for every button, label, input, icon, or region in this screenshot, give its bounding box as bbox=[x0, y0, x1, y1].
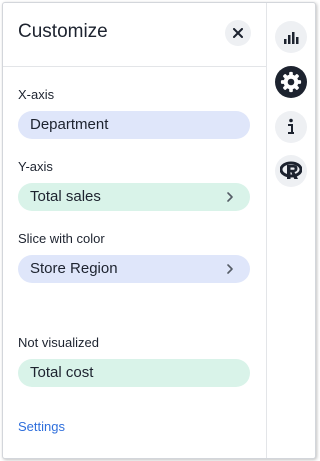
customize-button[interactable] bbox=[275, 66, 307, 98]
chart-type-button[interactable] bbox=[275, 21, 307, 53]
not-visualized-value: Total cost bbox=[30, 364, 94, 381]
y-axis-pill[interactable]: Total sales bbox=[18, 183, 250, 211]
close-button[interactable] bbox=[225, 20, 251, 46]
panel-title: Customize bbox=[18, 21, 108, 42]
info-button[interactable] bbox=[275, 111, 307, 143]
x-axis-pill[interactable]: Department bbox=[18, 111, 250, 139]
slice-with-color-label: Slice with color bbox=[18, 231, 105, 246]
x-axis-value: Department bbox=[30, 116, 109, 133]
slice-with-color-pill[interactable]: Store Region bbox=[18, 255, 250, 283]
r-logo-icon bbox=[280, 161, 302, 179]
bar-chart-icon bbox=[284, 32, 299, 44]
y-axis-label: Y-axis bbox=[18, 159, 53, 174]
customize-window: Customize X-axis Department Y-axis Total… bbox=[2, 2, 316, 459]
gear-icon bbox=[280, 71, 302, 93]
settings-link[interactable]: Settings bbox=[18, 419, 65, 434]
r-analysis-button[interactable] bbox=[275, 155, 307, 187]
info-icon bbox=[288, 118, 294, 134]
slice-with-color-value: Store Region bbox=[30, 260, 118, 277]
close-icon bbox=[233, 28, 243, 38]
chevron-right-icon bbox=[227, 192, 233, 202]
side-rail bbox=[266, 3, 315, 458]
y-axis-value: Total sales bbox=[30, 188, 101, 205]
panel-header: Customize bbox=[3, 3, 266, 67]
chevron-right-icon bbox=[227, 264, 233, 274]
customize-panel: Customize X-axis Department Y-axis Total… bbox=[3, 3, 266, 458]
not-visualized-pill[interactable]: Total cost bbox=[18, 359, 250, 387]
not-visualized-label: Not visualized bbox=[18, 335, 99, 350]
x-axis-label: X-axis bbox=[18, 87, 55, 102]
